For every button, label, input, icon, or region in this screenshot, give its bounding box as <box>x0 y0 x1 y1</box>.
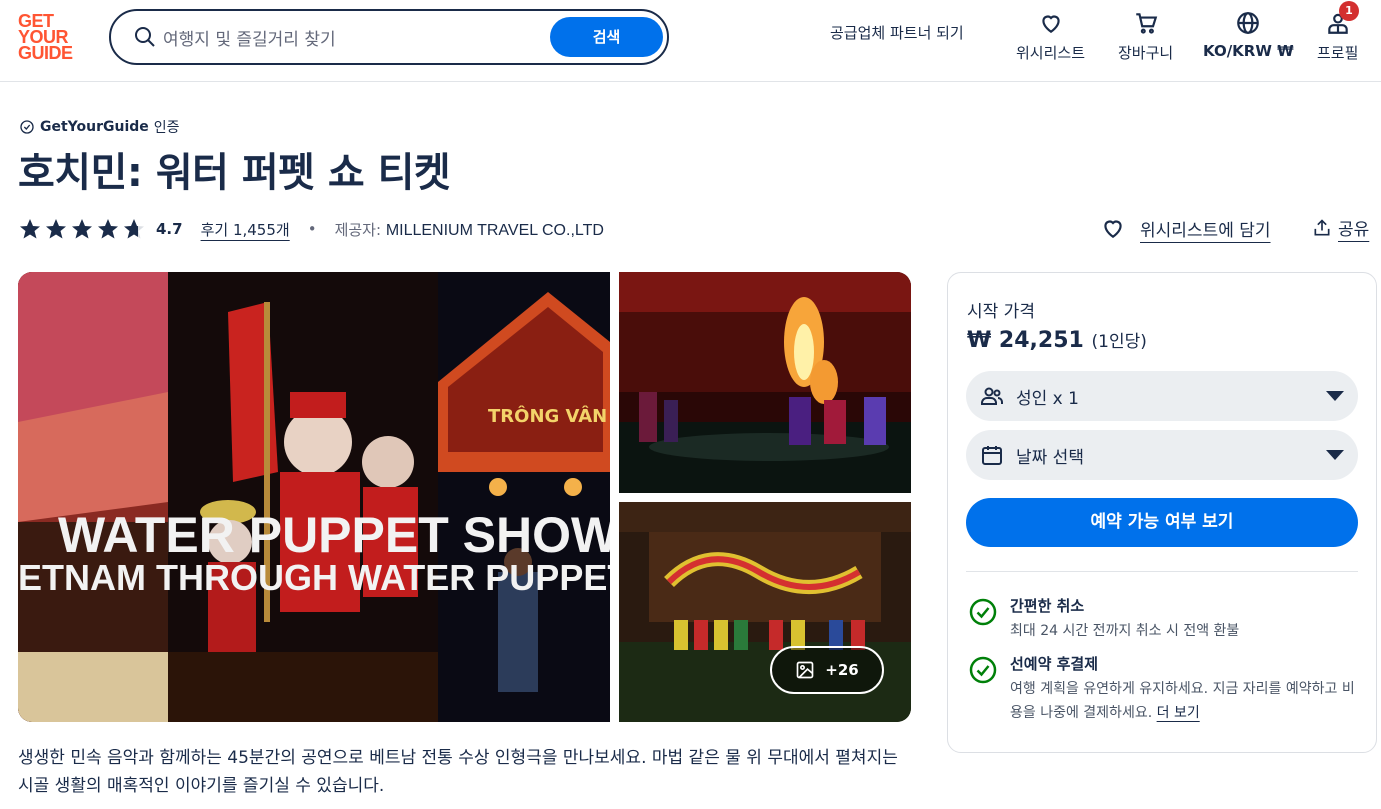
site-header: GET YOUR GUIDE 여행지 및 즐길거리 찾기 검색 공급업체 파트너… <box>0 0 1381 82</box>
date-select[interactable]: 날짜 선택 <box>966 430 1358 480</box>
getyourguide-logo[interactable]: GET YOUR GUIDE <box>18 12 82 63</box>
feature-reserve-now-pay-later: 선예약 후결제 여행 계획을 유연하게 유지하세요. 지금 자리를 예약하고 비… <box>968 653 1363 733</box>
gallery-main-photo[interactable]: TRÔNG VÂN WATER PUPPET SHOW ETNAM THROUG… <box>18 272 610 722</box>
globe-icon <box>1237 12 1260 34</box>
verified-label: GetYourGuide 인증 <box>19 117 180 137</box>
share-label: 공유 <box>1338 220 1370 240</box>
read-more-link[interactable]: 더 보기 <box>1157 705 1200 721</box>
verified-brand: GetYourGuide <box>40 119 149 135</box>
share-icon <box>1314 218 1330 235</box>
nav-cart-label: 장바구니 <box>1118 44 1174 62</box>
half-star-icon <box>124 219 144 239</box>
heart-icon <box>1104 220 1122 238</box>
search-bar[interactable]: 여행지 및 즐길거리 찾기 검색 <box>109 9 669 65</box>
reviews-link[interactable]: 후기 1,455개 <box>201 219 290 240</box>
main-caption-2: ETNAM THROUGH WATER PUPPETRY <box>18 557 610 598</box>
provider-name: MILLENIUM TRAVEL CO.,LTD <box>385 221 604 239</box>
price-from-label: 시작 가격 <box>967 302 1035 322</box>
calendar-icon <box>982 446 1002 465</box>
product-description: 생생한 민속 음악과 함께하는 45분간의 공연으로 베트남 전통 수상 인형극… <box>18 748 898 796</box>
rating-value: 4.7 <box>156 220 183 238</box>
feature-title: 간편한 취소 <box>1010 597 1085 615</box>
supplier-partner-link[interactable]: 공급업체 파트너 되기 <box>830 22 964 43</box>
share-button[interactable]: 공유 <box>1312 215 1369 240</box>
more-photos-count: +26 <box>825 661 859 679</box>
add-to-wishlist-button[interactable]: 위시리스트에 담기 <box>1100 215 1271 241</box>
fire-photo-illustration <box>619 272 911 493</box>
add-to-wishlist-label: 위시리스트에 담기 <box>1140 220 1271 241</box>
card-divider <box>966 571 1358 572</box>
gallery-photo-fire[interactable] <box>619 272 911 493</box>
nav-cart[interactable]: 장바구니 <box>1118 10 1173 63</box>
price: ₩ 24,251 (1인당) <box>967 327 1147 353</box>
check-availability-button[interactable]: 예약 가능 여부 보기 <box>966 498 1358 547</box>
profile-notification-badge: 1 <box>1339 1 1359 21</box>
page-title: 호치민: 워터 퍼펫 쇼 티켓 <box>18 150 451 196</box>
rating-stars <box>18 217 146 241</box>
chevron-down-icon <box>1326 450 1344 460</box>
star-icon <box>46 219 66 239</box>
provider: 제공자: MILLENIUM TRAVEL CO.,LTD <box>335 219 604 240</box>
check-circle-icon <box>969 656 997 684</box>
nav-wishlist-label: 위시리스트 <box>1016 44 1086 62</box>
more-photos-button[interactable]: +26 <box>770 646 884 694</box>
rating-row: 4.7 후기 1,455개 • 제공자: MILLENIUM TRAVEL CO… <box>18 214 604 244</box>
sign-text: TRÔNG VÂN <box>488 405 607 427</box>
heart-icon <box>1041 15 1060 33</box>
main-photo-illustration: TRÔNG VÂN WATER PUPPET SHOW ETNAM THROUG… <box>18 272 610 722</box>
search-icon <box>135 27 155 47</box>
participants-select[interactable]: 성인 x 1 <box>966 371 1358 421</box>
feature-text: 최대 24 시간 전까지 취소 시 전액 환불 <box>1010 623 1240 639</box>
nav-profile-label: 프로필 <box>1317 44 1359 62</box>
nav-locale[interactable]: KO/KRW ₩ <box>1203 10 1294 60</box>
cart-icon <box>1135 13 1157 34</box>
nav-locale-label: KO/KRW ₩ <box>1203 42 1294 60</box>
logo-line-3: GUIDE <box>18 43 73 63</box>
search-button[interactable]: 검색 <box>550 17 663 57</box>
participants-value: 성인 x 1 <box>1016 388 1079 409</box>
date-value: 날짜 선택 <box>1016 447 1084 468</box>
price-unit: (1인당) <box>1091 332 1147 352</box>
price-value: ₩ 24,251 <box>967 328 1084 353</box>
chevron-down-icon <box>1326 391 1344 401</box>
check-circle-icon <box>969 598 997 626</box>
provider-label: 제공자: <box>334 220 382 239</box>
search-input[interactable]: 여행지 및 즐길거리 찾기 <box>163 25 336 50</box>
participants-icon <box>981 387 1003 405</box>
booking-card: 시작 가격 ₩ 24,251 (1인당) 성인 x 1 날짜 선택 예약 가능 … <box>947 272 1377 753</box>
verified-badge-icon <box>20 120 34 134</box>
nav-profile[interactable]: 1 프로필 <box>1317 1 1359 63</box>
star-icon <box>20 219 40 239</box>
nav-wishlist[interactable]: 위시리스트 <box>1016 10 1085 63</box>
verified-suffix: 인증 <box>153 120 180 136</box>
star-icon <box>98 219 118 239</box>
feature-title: 선예약 후결제 <box>1010 655 1099 673</box>
main-caption-1: WATER PUPPET SHOW <box>58 507 610 563</box>
separator-dot: • <box>307 220 317 238</box>
star-icon <box>72 219 92 239</box>
feature-free-cancellation: 간편한 취소 최대 24 시간 전까지 취소 시 전액 환불 <box>968 595 1363 645</box>
feature-text-wrap: 여행 계획을 유연하게 유지하세요. 지금 자리를 예약하고 비용을 나중에 결… <box>1010 677 1365 725</box>
image-icon <box>796 661 814 679</box>
